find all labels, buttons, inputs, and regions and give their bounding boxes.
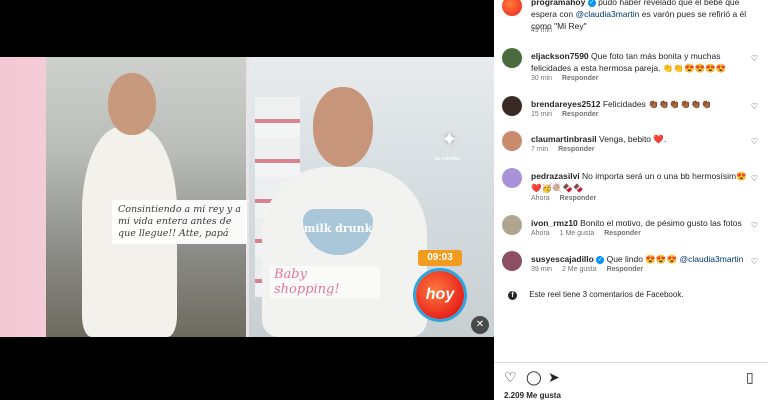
comment-time[interactable]: 15 min	[531, 111, 552, 118]
reply-button[interactable]: Responder	[607, 266, 644, 273]
comment-time[interactable]: Ahora	[531, 230, 550, 237]
comment-username[interactable]: brendareyes2512	[531, 99, 600, 109]
comment-time[interactable]: 7 min	[531, 146, 548, 153]
comments-panel: programahoy ✓ pudo haber revelado que el…	[494, 0, 768, 400]
comment-text: susyescajadillo ✓ Que lindo 😍😍😍 @claudia…	[531, 253, 753, 265]
comment-meta: Ahora 1 Me gusta Responder	[531, 230, 649, 237]
comment-icon[interactable]: ◯	[526, 369, 542, 385]
comment-body: Venga, bebito ❤️.	[599, 134, 667, 144]
reply-button[interactable]: Responder	[604, 230, 641, 237]
avatar[interactable]	[502, 131, 522, 151]
heart-icon[interactable]: ♡	[751, 137, 758, 146]
reply-button[interactable]: Responder	[558, 146, 595, 153]
comment-text: claumartinbrasil Venga, bebito ❤️.	[531, 133, 753, 145]
comment-body: Bonito el motivo, de pésimo gusto las fo…	[580, 218, 742, 228]
comment-time[interactable]: 39 min	[531, 266, 552, 273]
heart-icon[interactable]: ♡	[751, 257, 758, 266]
comment-meta: 7 min Responder	[531, 146, 603, 153]
caption-mention[interactable]: @claudia3martin	[575, 9, 639, 19]
reply-button[interactable]: Responder	[562, 75, 599, 82]
avatar[interactable]	[502, 215, 522, 235]
comment-meta: 30 min Responder	[531, 75, 607, 82]
man-left-head	[108, 73, 156, 135]
comment-username[interactable]: susyescajadillo	[531, 254, 594, 264]
comment-mention[interactable]: @claudia3martin	[679, 254, 743, 264]
comment-username[interactable]: ivon_rmz10	[531, 218, 578, 228]
baby-shopping-sticker: Baby shopping!	[270, 266, 380, 298]
bookmark-icon[interactable]: ▯	[746, 369, 754, 385]
comment-time[interactable]: 30 min	[531, 75, 552, 82]
sparkle-label: las estrellas	[434, 156, 461, 162]
comment-meta: Ahora Responder	[531, 195, 604, 202]
comment-time[interactable]: Ahora	[531, 195, 550, 202]
hoy-logo: hoy	[416, 271, 464, 319]
author-username[interactable]: programahoy	[531, 0, 585, 7]
author-avatar[interactable]	[502, 0, 522, 16]
comment-username[interactable]: eljackson7590	[531, 51, 589, 61]
facebook-icon: f	[508, 291, 517, 300]
comment-text: eljackson7590 Que foto tan más bonita y …	[531, 50, 753, 74]
reply-button[interactable]: Responder	[562, 111, 599, 118]
heart-icon[interactable]: ♡	[504, 369, 517, 385]
verified-icon: ✓	[587, 0, 596, 7]
comment-text: ivon_rmz10 Bonito el motivo, de pésimo g…	[531, 217, 753, 229]
heart-icon[interactable]: ♡	[751, 174, 758, 183]
reel-media[interactable]: milk drunk Consintiendo a mi rey y a mi …	[0, 0, 494, 400]
man-right-head	[313, 87, 373, 167]
caption-time[interactable]: 49 min	[531, 27, 552, 34]
facebook-comments-row[interactable]: f Este reel tiene 3 comentarios de Faceb…	[508, 290, 684, 300]
comment-body: Felicidades 👏🏾👏🏾👏🏾👏🏾👏🏾👏🏾	[602, 99, 712, 109]
avatar[interactable]	[502, 48, 522, 68]
verified-icon: ✓	[596, 255, 605, 264]
comment-likes[interactable]: 1 Me gusta	[560, 230, 595, 237]
action-bar: ♡ ◯ ➤ ▯	[504, 369, 762, 385]
comment-meta: 39 min 2 Me gusta Responder	[531, 266, 651, 273]
comment-likes[interactable]: 2 Me gusta	[562, 266, 597, 273]
caption-meta: 49 min	[531, 27, 560, 34]
comment-username[interactable]: pedrazasilvi	[531, 171, 580, 181]
likes-count[interactable]: 2.209 Me gusta	[504, 391, 561, 400]
heart-icon[interactable]: ♡	[751, 54, 758, 63]
comment-text: brendareyes2512 Felicidades 👏🏾👏🏾👏🏾👏🏾👏🏾👏🏾	[531, 98, 753, 110]
avatar[interactable]	[502, 96, 522, 116]
speaker-muted-icon[interactable]: ✕	[471, 316, 489, 334]
caption-overlay: Consintiendo a mi rey y a mi vida entera…	[112, 200, 247, 244]
reply-button[interactable]: Responder	[560, 195, 597, 202]
comment-username[interactable]: claumartinbrasil	[531, 134, 597, 144]
sparkle-icon: ✦	[441, 129, 458, 151]
avatar[interactable]	[502, 251, 522, 271]
divider	[494, 362, 768, 363]
heart-icon[interactable]: ♡	[751, 102, 758, 111]
avatar[interactable]	[502, 168, 522, 188]
facebook-comments-text: Este reel tiene 3 comentarios de Faceboo…	[529, 290, 684, 299]
share-icon[interactable]: ➤	[548, 369, 560, 385]
time-badge: 09:03	[418, 250, 462, 266]
caption-text: programahoy ✓ pudo haber revelado que el…	[531, 0, 753, 32]
comment-meta: 15 min Responder	[531, 111, 607, 118]
heart-icon[interactable]: ♡	[751, 221, 758, 230]
video-frame[interactable]: milk drunk Consintiendo a mi rey y a mi …	[0, 57, 494, 337]
comment-text: pedrazasilvi No importa será un o una bb…	[531, 170, 753, 194]
comment-body: Que lindo 😍😍😍	[606, 254, 678, 264]
